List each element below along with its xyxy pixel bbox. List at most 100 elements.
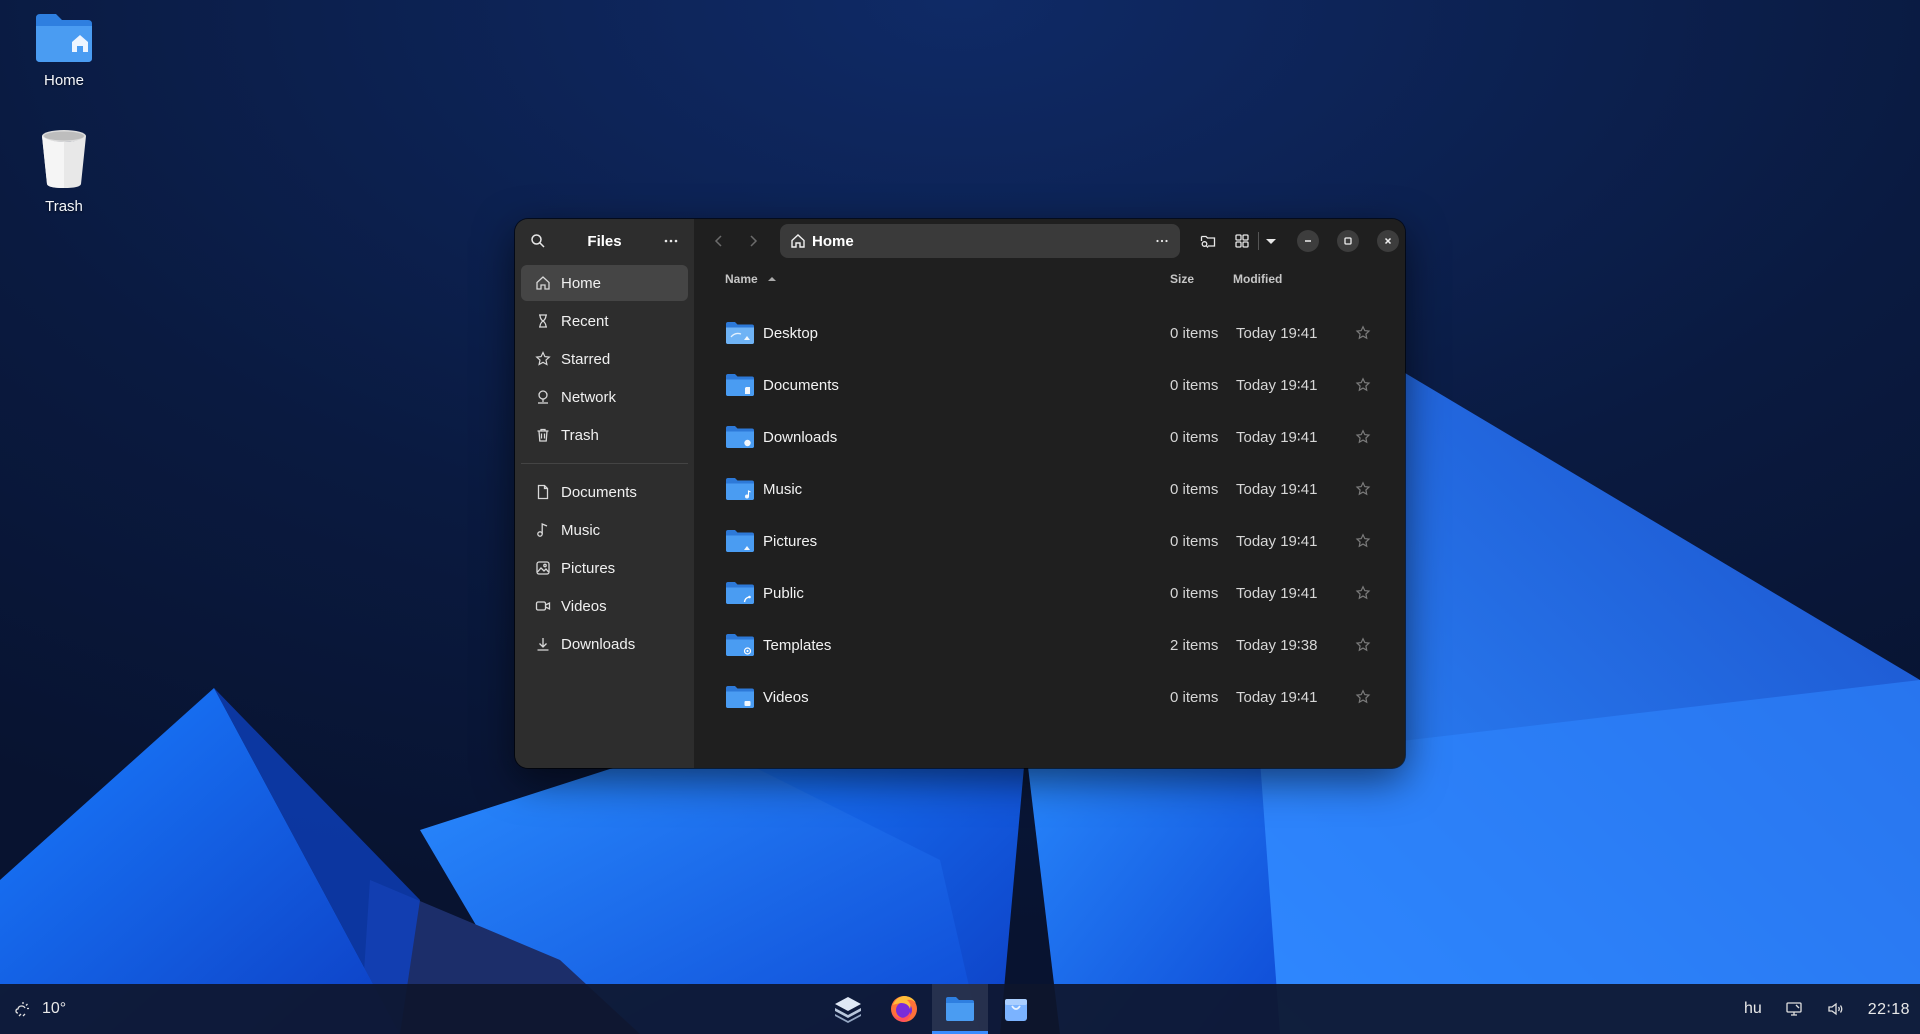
sidebar-item-music[interactable]: Music: [521, 512, 688, 548]
picture-icon: [535, 560, 551, 576]
desktop-icon-trash[interactable]: Trash: [9, 128, 119, 215]
desktop-icon-home[interactable]: Home: [9, 12, 119, 89]
star-icon[interactable]: [1355, 637, 1371, 653]
star-icon[interactable]: [1355, 533, 1371, 549]
file-row-desktop[interactable]: Desktop 0 items Today 19∶41: [694, 307, 1405, 359]
taskbar-app-files[interactable]: [932, 984, 988, 1034]
file-modified: Today 19∶41: [1236, 689, 1318, 706]
close-button[interactable]: [1377, 230, 1399, 252]
header-bar: Home: [694, 219, 1405, 263]
file-row-videos[interactable]: Videos 0 items Today 19∶41: [694, 671, 1405, 723]
minimize-icon: [1305, 240, 1311, 242]
more-horizontal-icon: [1156, 239, 1168, 243]
video-icon: [535, 598, 551, 614]
star-icon[interactable]: [1355, 377, 1371, 393]
file-row-music[interactable]: Music 0 items Today 19∶41: [694, 463, 1405, 515]
sidebar-item-label: Home: [561, 274, 602, 292]
documents-folder-icon: [726, 374, 754, 396]
weather-widget[interactable]: 10°: [12, 984, 66, 1034]
file-size: 0 items: [1170, 324, 1219, 342]
sidebar: Files Home Recent Starred Network Trash …: [515, 219, 694, 768]
download-icon: [535, 636, 551, 652]
sidebar-item-pictures[interactable]: Pictures: [521, 550, 688, 586]
sidebar-item-recent[interactable]: Recent: [521, 303, 688, 339]
file-name: Downloads: [763, 428, 838, 446]
file-row-pictures[interactable]: Pictures 0 items Today 19∶41: [694, 515, 1405, 567]
sidebar-item-label: Documents: [561, 483, 637, 501]
minimize-button[interactable]: [1297, 230, 1319, 252]
view-switcher: [1228, 226, 1281, 256]
desktop-icon-label: Home: [43, 72, 84, 89]
sidebar-item-starred[interactable]: Starred: [521, 341, 688, 377]
file-name: Pictures: [763, 532, 818, 550]
file-row-public[interactable]: Public 0 items Today 19∶41: [694, 567, 1405, 619]
sidebar-item-downloads[interactable]: Downloads: [521, 626, 688, 662]
path-menu-button[interactable]: [1154, 233, 1170, 249]
trash-icon: [535, 427, 551, 443]
home-folder-icon: [36, 14, 92, 62]
network-status-icon[interactable]: [1784, 999, 1804, 1019]
grid-view-button[interactable]: [1228, 226, 1256, 256]
firefox-icon: [891, 996, 917, 1022]
search-button[interactable]: [525, 228, 551, 254]
column-name-label: Name: [725, 272, 758, 286]
pictures-folder-icon: [726, 530, 754, 552]
software-store-icon: [1005, 999, 1027, 1021]
close-icon: [1384, 237, 1392, 245]
star-icon[interactable]: [1355, 585, 1371, 601]
sidebar-item-label: Videos: [561, 597, 607, 615]
header-actions: [1192, 226, 1399, 256]
chevron-left-icon: [714, 235, 722, 247]
maximize-button[interactable]: [1337, 230, 1359, 252]
view-options-button[interactable]: [1261, 226, 1281, 256]
sidebar-item-label: Pictures: [561, 559, 616, 577]
taskbar-apps: [820, 984, 1044, 1034]
breadcrumb-current[interactable]: Home: [812, 233, 1154, 250]
sidebar-item-home[interactable]: Home: [521, 265, 688, 301]
column-size[interactable]: Size: [1170, 272, 1194, 286]
file-name: Templates: [763, 636, 832, 654]
star-icon[interactable]: [1355, 689, 1371, 705]
sidebar-item-videos[interactable]: Videos: [521, 588, 688, 624]
caret-down-icon: [1266, 239, 1276, 244]
sidebar-item-network[interactable]: Network: [521, 379, 688, 415]
file-size: 0 items: [1170, 584, 1219, 602]
star-icon[interactable]: [1355, 429, 1371, 445]
desktop-folder-icon: [726, 322, 754, 344]
file-name: Public: [763, 584, 804, 602]
main-menu-button[interactable]: [658, 228, 684, 254]
weather-icon: [15, 1002, 29, 1017]
files-app-icon: [946, 997, 974, 1021]
trash-bin-icon: [42, 130, 86, 188]
weather-temperature: 10°: [42, 1000, 67, 1017]
file-row-templates[interactable]: Templates 2 items Today 19∶38: [694, 619, 1405, 671]
taskbar-app-firefox[interactable]: [876, 984, 932, 1034]
sidebar-places: Home Recent Starred Network Trash: [515, 263, 694, 457]
taskbar-app-store[interactable]: [988, 984, 1044, 1034]
file-row-downloads[interactable]: Downloads 0 items Today 19∶41: [694, 411, 1405, 463]
sidebar-item-documents[interactable]: Documents: [521, 474, 688, 510]
search-icon: [531, 234, 545, 248]
forward-button[interactable]: [736, 226, 770, 256]
templates-folder-icon: [726, 634, 754, 656]
file-row-documents[interactable]: Documents 0 items Today 19∶41: [694, 359, 1405, 411]
taskbar: 10° hu 22∶18: [0, 984, 1920, 1034]
files-window: Files Home Recent Starred Network Trash …: [515, 219, 1405, 768]
back-button[interactable]: [702, 226, 736, 256]
sidebar-header: Files: [515, 219, 694, 263]
search-folder-button[interactable]: [1192, 226, 1224, 256]
file-name: Music: [763, 480, 803, 498]
volume-icon[interactable]: [1826, 999, 1846, 1019]
star-icon[interactable]: [1355, 481, 1371, 497]
taskbar-app-stack[interactable]: [820, 984, 876, 1034]
sidebar-item-trash[interactable]: Trash: [521, 417, 688, 453]
path-bar[interactable]: Home: [780, 224, 1180, 258]
star-icon[interactable]: [1355, 325, 1371, 341]
system-tray: hu 22∶18: [1744, 984, 1910, 1034]
file-list: Desktop 0 items Today 19∶41 Documents 0 item…: [694, 295, 1405, 723]
column-modified[interactable]: Modified: [1233, 272, 1282, 286]
keyboard-layout-indicator[interactable]: hu: [1744, 1000, 1762, 1018]
column-name[interactable]: Name: [725, 272, 776, 286]
sidebar-item-label: Recent: [561, 312, 609, 330]
clock[interactable]: 22∶18: [1868, 999, 1910, 1019]
